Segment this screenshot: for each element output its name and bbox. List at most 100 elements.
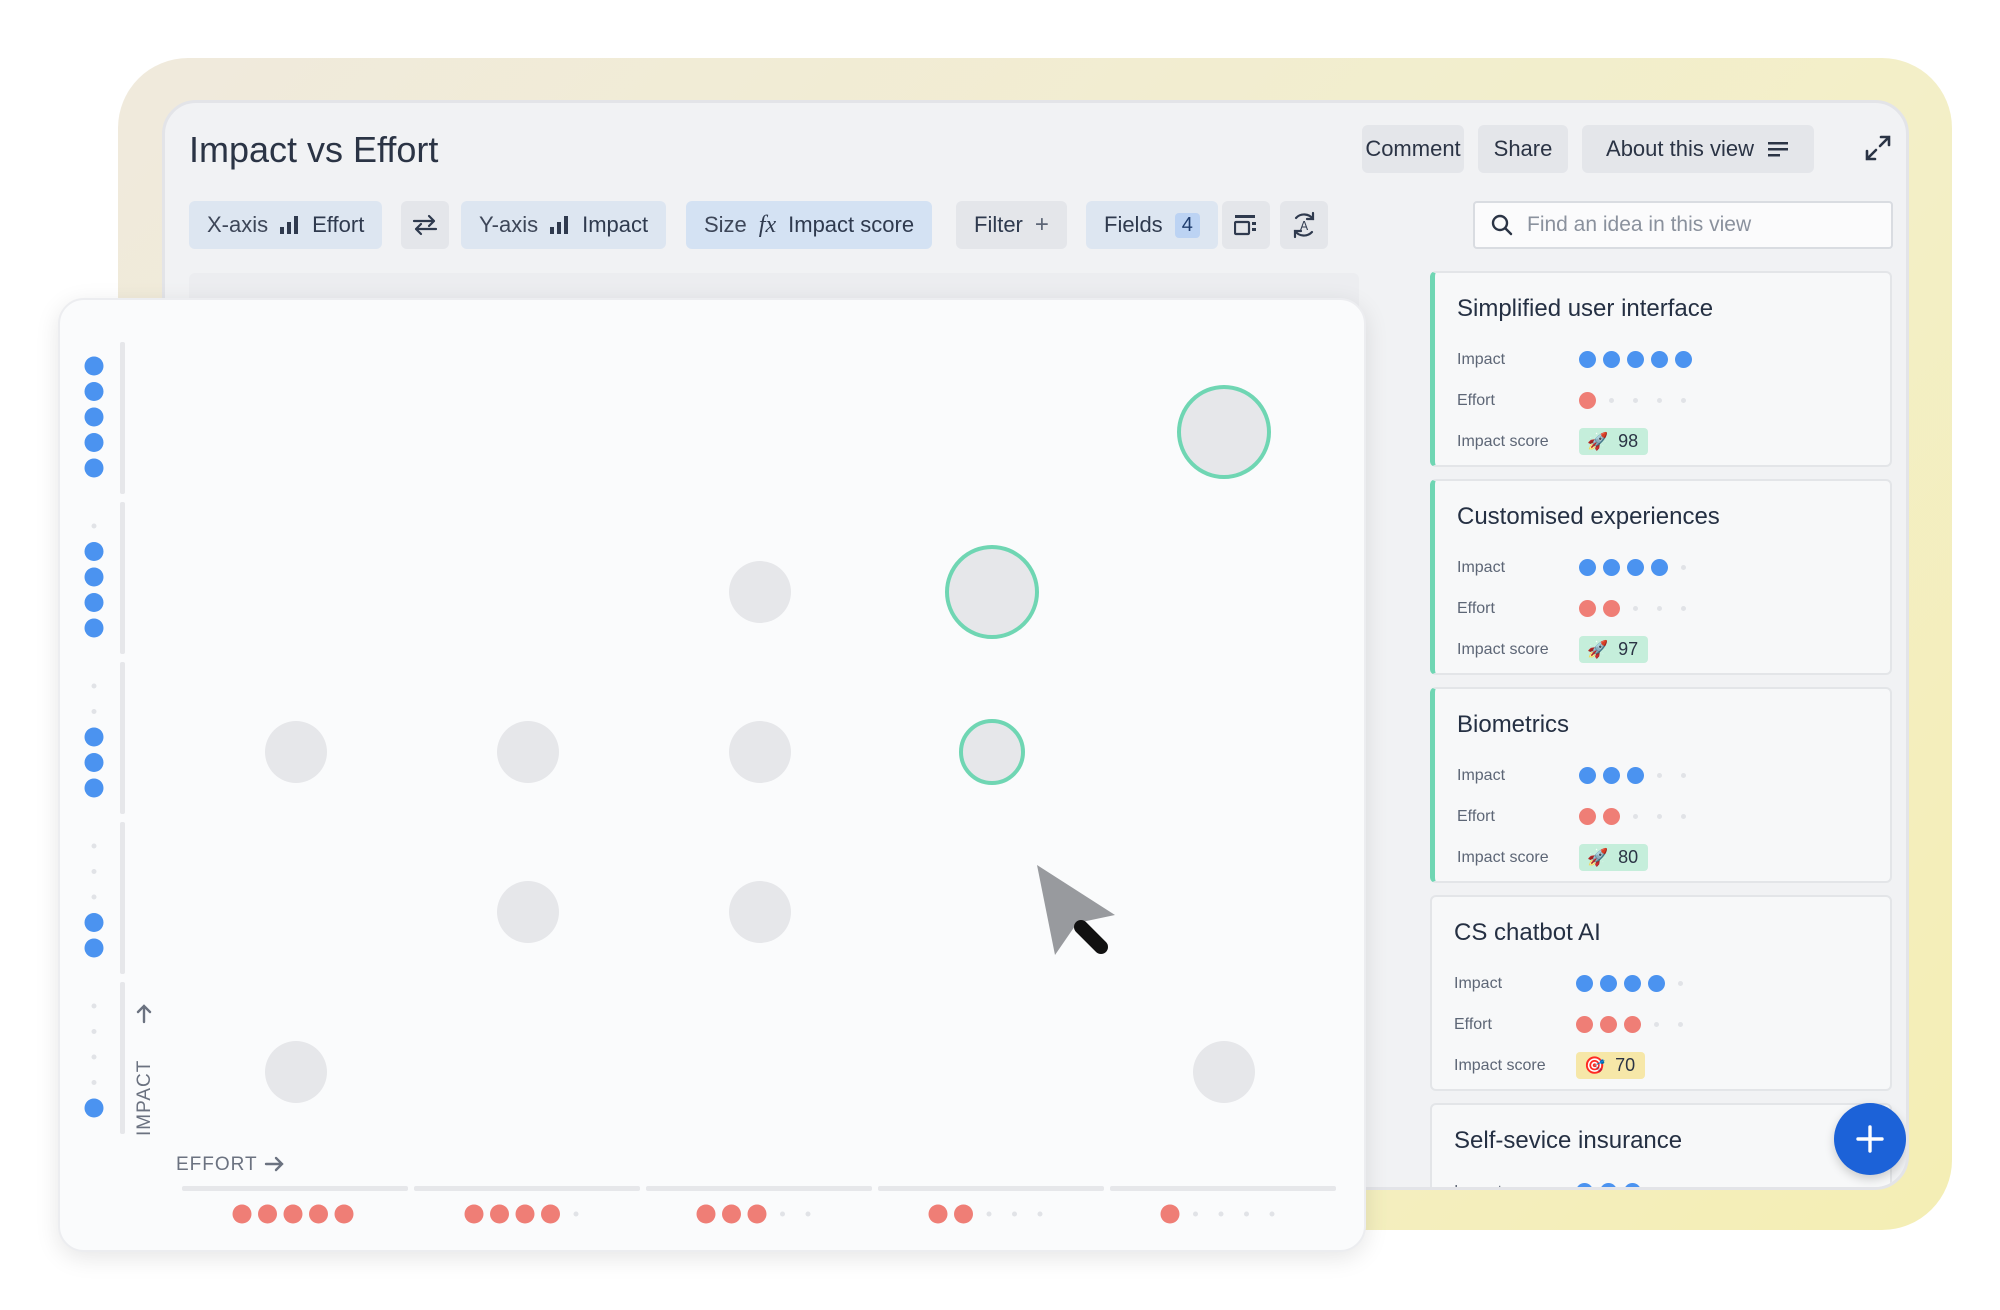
size-value: Impact score	[788, 212, 915, 237]
effort-level-dot	[954, 1204, 973, 1224]
empty-dot	[1037, 1211, 1043, 1217]
effort-level-dot	[490, 1204, 509, 1224]
share-button-label: Share	[1493, 136, 1553, 161]
impact-effort-chart: EFFORT IMPACT	[84, 342, 1336, 1224]
filled-dot	[1576, 1183, 1593, 1187]
impact-row: Impact	[1457, 547, 1890, 588]
empty-dot	[91, 523, 97, 529]
idea-card[interactable]: Customised experiences Impact Effort Impact…	[1430, 479, 1892, 675]
fields-button[interactable]: Fields 4	[1086, 201, 1218, 249]
filled-dot	[1576, 1016, 1593, 1033]
mouse-pointer-icon	[1037, 865, 1115, 955]
y-axis-segment	[120, 822, 125, 974]
effort-level-dot	[309, 1204, 328, 1224]
idea-bubble-selected[interactable]	[1177, 385, 1271, 479]
idea-card[interactable]: Self-sevice insurance Impact	[1430, 1103, 1892, 1188]
search-placeholder: Find an idea in this view	[1527, 213, 1752, 236]
x-axis-level	[1110, 1186, 1336, 1224]
about-view-button[interactable]: About this view	[1582, 125, 1814, 173]
idea-bubble[interactable]	[265, 721, 327, 783]
idea-card[interactable]: Simplified user interface Impact Effort Imp…	[1430, 271, 1892, 467]
filled-dot	[1579, 767, 1596, 784]
impact-row-label: Impact	[1454, 1183, 1576, 1188]
filled-dot	[1603, 600, 1620, 617]
filter-label: Filter	[974, 212, 1023, 237]
empty-dot	[91, 1003, 97, 1009]
effort-level-dot	[515, 1204, 535, 1224]
plus-icon	[1856, 1125, 1884, 1153]
filled-dot	[1600, 1016, 1617, 1033]
idea-cards-list: Simplified user interface Impact Effort Imp…	[1430, 271, 1892, 1188]
comment-button[interactable]: Comment	[1362, 125, 1464, 173]
effort-row-label: Effort	[1457, 391, 1495, 409]
y-axis-level	[84, 662, 125, 814]
effort-level-dot	[334, 1204, 354, 1224]
add-idea-button[interactable]	[1834, 1103, 1906, 1175]
fields-count-badge: 4	[1174, 212, 1200, 238]
empty-dot	[1657, 606, 1662, 611]
idea-bubble-selected[interactable]	[945, 545, 1039, 639]
impact-row: Impact	[1457, 755, 1890, 796]
auto-arrange-button[interactable]: A	[1280, 201, 1328, 249]
empty-dot	[1244, 1211, 1249, 1217]
arrow-right-icon	[264, 1156, 284, 1172]
idea-bubble-selected[interactable]	[959, 719, 1025, 785]
search-field[interactable]: Find an idea in this view	[1473, 201, 1893, 249]
layout-options-button[interactable]	[1222, 201, 1270, 249]
impact-level-dot	[84, 753, 104, 772]
idea-bubble[interactable]	[497, 881, 559, 943]
filter-button[interactable]: Filter +	[956, 201, 1067, 249]
filled-dot	[1603, 559, 1620, 576]
x-axis-level	[414, 1186, 640, 1224]
layout-icon	[1234, 215, 1256, 236]
empty-dot	[780, 1211, 785, 1217]
effort-row-dots	[1579, 808, 1692, 825]
effort-level-dot	[928, 1204, 948, 1224]
filled-dot	[1624, 1016, 1641, 1033]
function-icon: fx	[758, 211, 777, 238]
idea-card[interactable]: Biometrics Impact Effort Impact score 🚀 80	[1430, 687, 1892, 883]
y-axis-segment	[120, 342, 125, 494]
expand-icon[interactable]	[1863, 133, 1893, 163]
size-chip[interactable]: Size fx Impact score	[686, 201, 933, 249]
idea-card-title: Simplified user interface	[1457, 295, 1714, 322]
effort-row-dots	[1576, 1016, 1689, 1033]
x-axis-segment	[182, 1186, 408, 1191]
impact-score-label: Impact score	[1457, 432, 1549, 450]
yaxis-chip[interactable]: Y-axis Impact	[461, 201, 667, 249]
idea-bubble[interactable]	[729, 561, 791, 623]
filled-dot	[1627, 559, 1644, 576]
x-axis-segment	[646, 1186, 872, 1191]
effort-row: Effort	[1454, 1004, 1890, 1045]
idea-bubble[interactable]	[265, 1041, 327, 1103]
filled-dot	[1579, 351, 1596, 368]
x-axis-title: EFFORT	[176, 1154, 258, 1175]
impact-row: Impact	[1457, 339, 1890, 380]
idea-bubble[interactable]	[497, 721, 559, 783]
impact-level-dot	[84, 913, 104, 932]
comment-button-label: Comment	[1365, 136, 1461, 161]
empty-dot	[1681, 814, 1686, 819]
empty-dot	[91, 869, 97, 874]
idea-card[interactable]: CS chatbot AI Impact Effort Impact score 🎯 70	[1430, 895, 1892, 1091]
impact-level-dot	[84, 567, 104, 587]
swap-axes-button[interactable]	[401, 201, 449, 249]
filled-dot	[1600, 1183, 1617, 1187]
impact-level-dot	[84, 382, 104, 401]
idea-bubble[interactable]	[729, 881, 791, 943]
share-button[interactable]: Share	[1478, 125, 1568, 173]
xaxis-chip[interactable]: X-axis Effort	[189, 201, 383, 249]
impact-level-dot	[84, 433, 104, 452]
impact-row-dots	[1579, 351, 1692, 368]
empty-dot	[1681, 773, 1686, 778]
y-axis-segment	[120, 502, 125, 654]
yaxis-value: Impact	[582, 212, 649, 237]
empty-dot	[91, 683, 97, 689]
effort-level-dot	[747, 1204, 767, 1224]
auto-arrange-icon: A	[1293, 211, 1315, 239]
empty-dot	[1678, 1022, 1683, 1027]
idea-bubble[interactable]	[729, 721, 791, 783]
idea-bubble[interactable]	[1193, 1041, 1255, 1103]
impact-row-label: Impact	[1457, 766, 1506, 784]
effort-row: Effort	[1457, 796, 1890, 837]
